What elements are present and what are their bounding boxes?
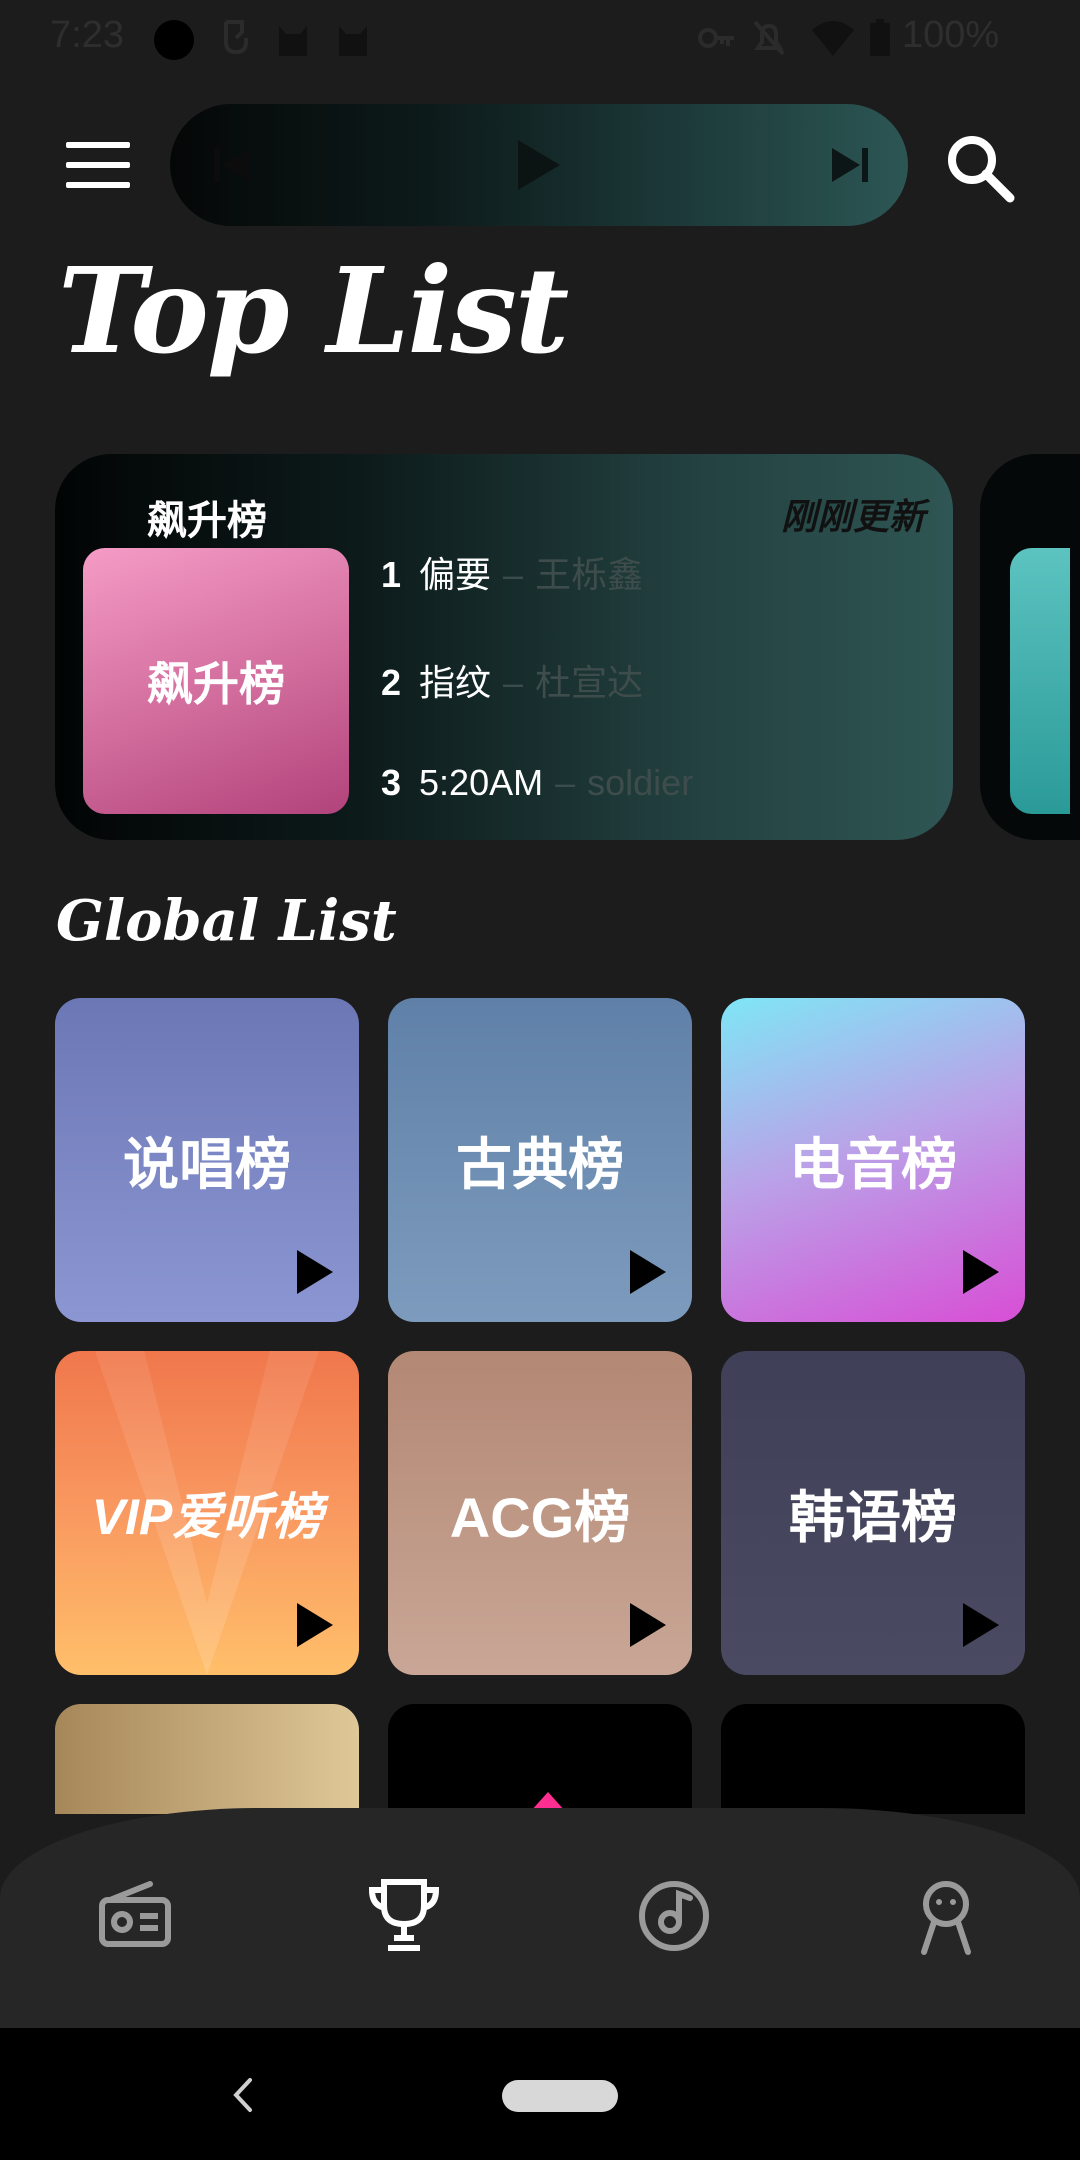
menu-icon-bar <box>66 182 130 188</box>
mute-bell-icon <box>753 20 785 56</box>
previous-icon[interactable] <box>200 132 266 198</box>
chart-tile-name: VIP爱听榜 <box>91 1489 323 1545</box>
music-disc-icon[interactable] <box>634 1876 714 1956</box>
sim-icon <box>224 20 248 55</box>
play-icon[interactable] <box>297 1250 333 1294</box>
chart-tile-partial[interactable] <box>721 1704 1025 1814</box>
featured-chart-card[interactable]: 飙升榜 刚刚更新 飙升榜 1 偏要 – 王栎鑫 2 指纹 – 杜宣达 3 5:20AM – sol… <box>55 454 953 840</box>
chart-tile-name: 古典榜 <box>456 1132 624 1196</box>
home-button[interactable] <box>502 2080 618 2112</box>
menu-icon <box>66 142 130 148</box>
next-chart-cover <box>1010 548 1070 814</box>
song-rank: 1 <box>381 554 402 595</box>
song-artist: soldier <box>587 762 694 803</box>
trophy-icon[interactable] <box>364 1876 444 1956</box>
cat-icon <box>279 26 307 56</box>
chart-tile[interactable]: VIP爱听榜 <box>55 1351 359 1675</box>
play-icon[interactable] <box>504 132 570 198</box>
song-separator: – <box>503 662 524 703</box>
back-icon[interactable] <box>222 2070 262 2120</box>
song-title: 偏要 <box>419 554 492 595</box>
chart-tile-name: 说唱榜 <box>123 1132 291 1196</box>
play-icon[interactable] <box>963 1603 999 1647</box>
song-artist: 王栎鑫 <box>535 554 644 595</box>
cat-icon-2 <box>339 26 367 56</box>
chart-tile-name: 电音榜 <box>789 1132 957 1196</box>
menu-button[interactable] <box>62 142 136 198</box>
wifi-icon <box>812 21 854 56</box>
vpn-key-icon <box>698 28 734 48</box>
chart-tile-name: 韩语榜 <box>789 1485 957 1549</box>
song-separator: – <box>503 554 524 595</box>
chart-tile-partial[interactable] <box>55 1704 359 1814</box>
featured-calligraphy-title: 飙升榜 <box>147 497 267 544</box>
song-title: 5:20AM <box>419 762 544 803</box>
chart-tile[interactable]: 韩语榜 <box>721 1351 1025 1675</box>
menu-icon-bar <box>66 162 130 168</box>
song-row[interactable]: 1 偏要 – 王栎鑫 <box>381 546 643 598</box>
section-title-global: Global List <box>56 888 397 954</box>
play-icon[interactable] <box>630 1250 666 1294</box>
chart-tile[interactable]: 电音榜 <box>721 998 1025 1322</box>
status-bar: 7:23 100% <box>0 0 1080 80</box>
search-icon[interactable] <box>940 128 1020 208</box>
song-rank: 2 <box>381 662 402 703</box>
next-icon[interactable] <box>816 132 882 198</box>
song-separator: – <box>555 762 576 803</box>
song-rank: 3 <box>381 762 402 803</box>
status-time: 7:23 <box>50 14 124 56</box>
chart-tile-name: ACG榜 <box>449 1485 631 1549</box>
radio-icon[interactable] <box>96 1876 176 1956</box>
song-title: 指纹 <box>419 662 492 703</box>
record-dot-icon <box>154 20 194 60</box>
featured-cover-title: 飙升榜 <box>147 658 285 710</box>
update-note: 刚刚更新 <box>780 496 925 538</box>
chart-tile[interactable]: 古典榜 <box>388 998 692 1322</box>
mini-player <box>170 104 908 226</box>
play-icon[interactable] <box>963 1250 999 1294</box>
featured-cover[interactable]: 飙升榜 <box>83 548 349 814</box>
play-icon[interactable] <box>297 1603 333 1647</box>
chart-tile[interactable]: ACG榜 <box>388 1351 692 1675</box>
song-artist: 杜宣达 <box>535 662 644 703</box>
next-chart-card-peek[interactable] <box>980 454 1080 840</box>
battery-icon <box>870 19 890 56</box>
battery-percent: 100% <box>902 14 1000 56</box>
chart-tile[interactable]: 说唱榜 <box>55 998 359 1322</box>
page-title: Top List <box>58 241 569 380</box>
song-row[interactable]: 3 5:20AM – soldier <box>381 762 693 804</box>
song-row[interactable]: 2 指纹 – 杜宣达 <box>381 654 643 706</box>
play-icon[interactable] <box>630 1603 666 1647</box>
chart-tile-partial[interactable] <box>388 1704 692 1814</box>
profile-icon[interactable] <box>906 1876 986 1956</box>
